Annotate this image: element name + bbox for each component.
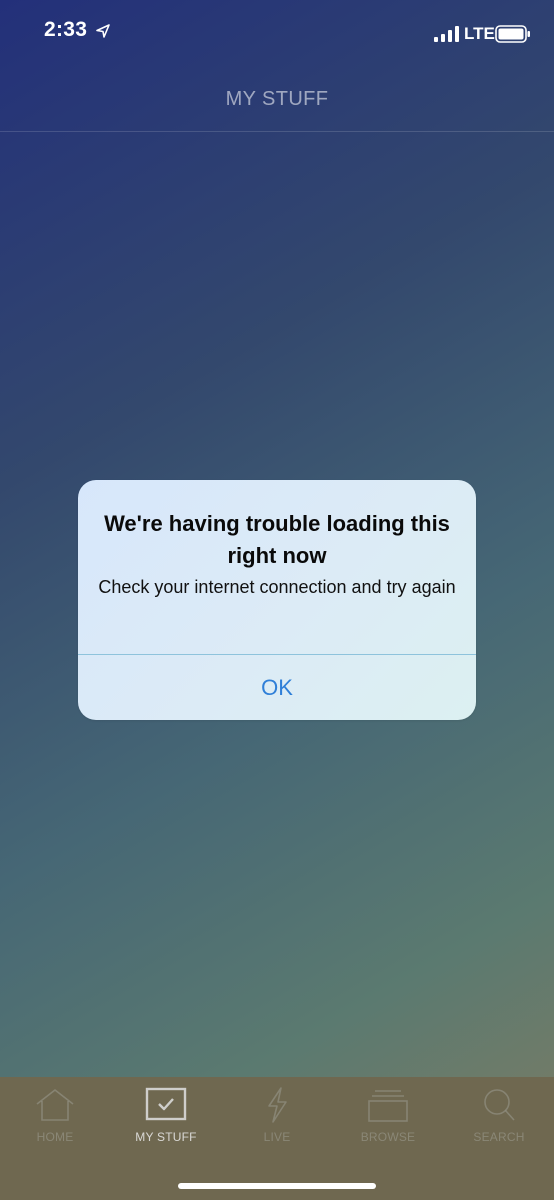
signal-bars-icon (434, 26, 459, 42)
status-time: 2:33 (44, 18, 88, 41)
tab-label-home: HOME (36, 1130, 74, 1144)
tab-label-my-stuff: MY STUFF (135, 1130, 197, 1144)
search-icon (484, 1089, 515, 1121)
stack-icon (368, 1090, 408, 1122)
tab-live[interactable]: LIVE (222, 1077, 332, 1157)
tab-label-live: LIVE (263, 1130, 291, 1144)
ok-button[interactable]: OK (78, 655, 476, 720)
tab-label-browse: BROWSE (360, 1130, 416, 1144)
screen: 2:33 LTE MY STUFF We're having trouble l… (0, 0, 554, 1200)
header-divider (0, 131, 554, 132)
home-icon (36, 1089, 74, 1121)
alert-message: Check your internet connection and try a… (98, 577, 456, 597)
tab-browse[interactable]: BROWSE (333, 1077, 443, 1157)
alert-title: We're having trouble loading this right … (104, 511, 450, 568)
page-title: MY STUFF (225, 88, 329, 110)
checkbox-icon (145, 1087, 187, 1121)
status-bar: 2:33 LTE (0, 0, 554, 70)
location-arrow-icon (96, 24, 110, 38)
home-indicator[interactable] (178, 1183, 376, 1189)
lightning-icon (268, 1087, 287, 1123)
tab-label-search: SEARCH (473, 1130, 525, 1144)
tab-bar: HOME MY STUFF LIVE BROWSE SEARCH (0, 1077, 554, 1200)
tab-search[interactable]: SEARCH (444, 1077, 554, 1157)
tab-home[interactable]: HOME (0, 1077, 110, 1157)
error-alert-dialog: We're having trouble loading this right … (78, 480, 476, 720)
battery-icon (495, 25, 530, 43)
network-label: LTE (464, 24, 495, 43)
tab-my-stuff[interactable]: MY STUFF (111, 1077, 221, 1157)
